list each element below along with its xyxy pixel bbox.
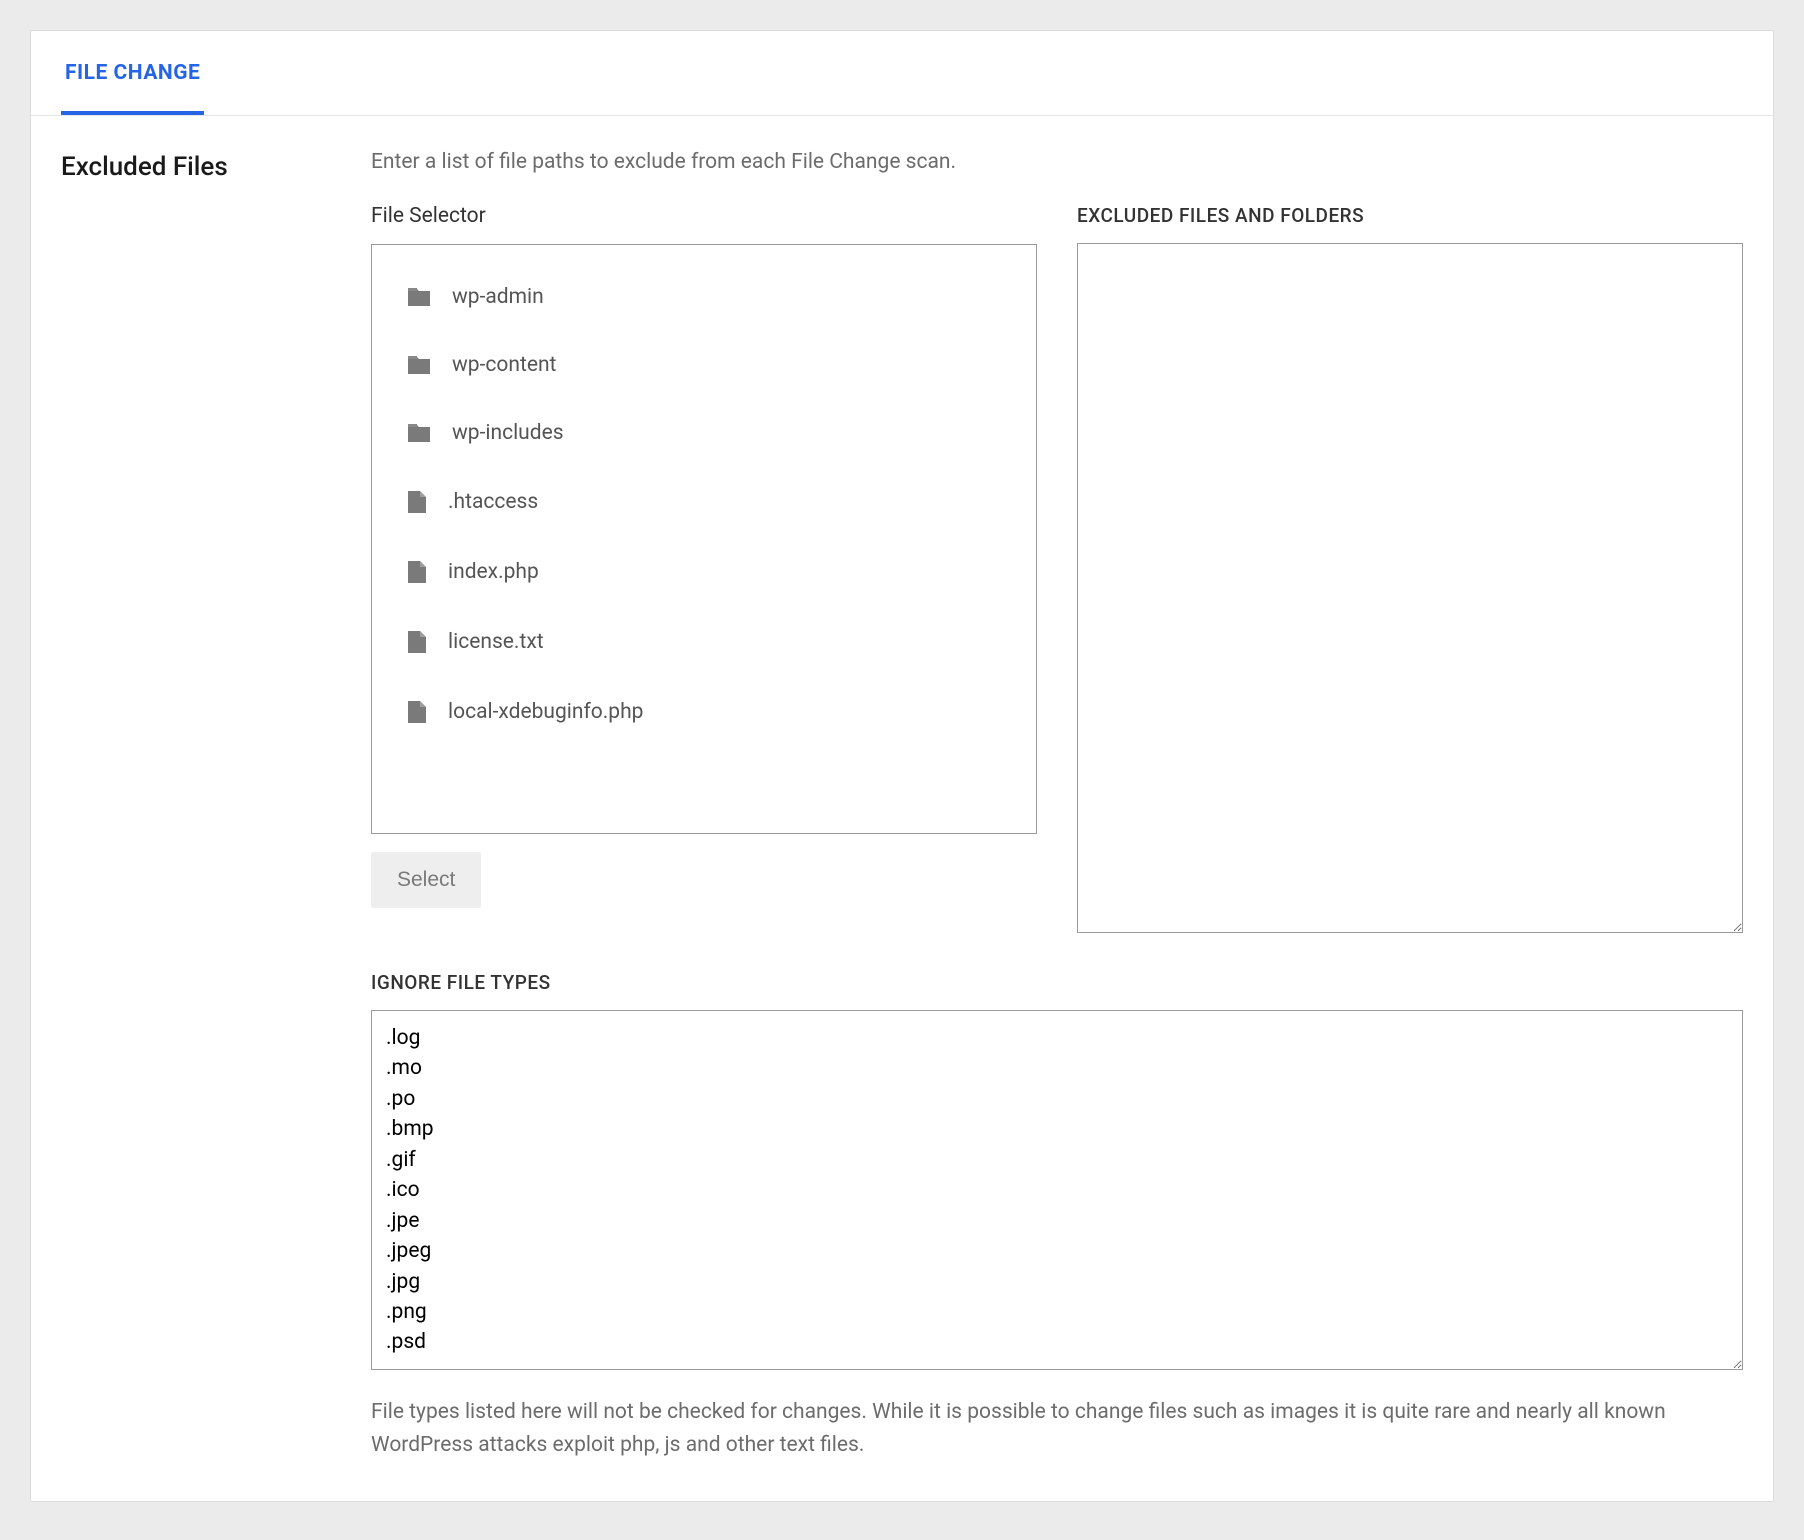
file-selector-label: File Selector	[371, 204, 1037, 228]
main-column: Enter a list of file paths to exclude fr…	[371, 150, 1743, 1461]
excluded-label: EXCLUDED FILES AND FOLDERS	[1077, 204, 1743, 227]
file-selector-item-label: index.php	[448, 560, 539, 584]
file-icon	[406, 489, 428, 515]
file-selector-item[interactable]: license.txt	[382, 607, 1026, 677]
section-title: Excluded Files	[61, 150, 331, 1461]
panel-content: Excluded Files Enter a list of file path…	[31, 116, 1773, 1501]
file-selector-item-label: wp-includes	[452, 421, 564, 445]
file-selector-item-label: license.txt	[448, 630, 544, 654]
file-selector-item[interactable]: .htaccess	[382, 467, 1026, 537]
folder-icon	[406, 422, 432, 444]
tab-bar: FILE CHANGE	[31, 31, 1773, 116]
section-intro: Enter a list of file paths to exclude fr…	[371, 150, 1743, 174]
file-selector-item-label: wp-content	[452, 353, 556, 377]
file-icon	[406, 559, 428, 585]
tab-file-change[interactable]: FILE CHANGE	[61, 31, 204, 115]
excluded-textarea[interactable]	[1077, 243, 1743, 933]
file-selector-list[interactable]: wp-admin wp-content wp-includes .htaccess in…	[371, 244, 1037, 834]
file-selector-item-label: wp-admin	[452, 285, 544, 309]
file-selector-item-label: .htaccess	[448, 490, 538, 514]
folder-icon	[406, 286, 432, 308]
settings-panel: FILE CHANGE Excluded Files Enter a list …	[30, 30, 1774, 1502]
file-selector-item[interactable]: wp-content	[382, 331, 1026, 399]
file-selector-item-label: local-xdebuginfo.php	[448, 700, 643, 724]
file-selector-item[interactable]: wp-includes	[382, 399, 1026, 467]
ignore-section: IGNORE FILE TYPES File types listed here…	[371, 971, 1743, 1461]
ignore-label: IGNORE FILE TYPES	[371, 971, 1743, 994]
file-selector-item[interactable]: index.php	[382, 537, 1026, 607]
file-selector-column: File Selector wp-admin wp-content wp-inclu…	[371, 204, 1037, 908]
file-selector-item[interactable]: local-xdebuginfo.php	[382, 677, 1026, 747]
excluded-column: EXCLUDED FILES AND FOLDERS	[1077, 204, 1743, 939]
ignore-help-text: File types listed here will not be check…	[371, 1396, 1743, 1461]
selector-row: File Selector wp-admin wp-content wp-inclu…	[371, 204, 1743, 939]
ignore-textarea[interactable]	[371, 1010, 1743, 1370]
folder-icon	[406, 354, 432, 376]
file-selector-item[interactable]: wp-admin	[382, 263, 1026, 331]
file-icon	[406, 699, 428, 725]
file-icon	[406, 629, 428, 655]
select-button[interactable]: Select	[371, 852, 481, 908]
